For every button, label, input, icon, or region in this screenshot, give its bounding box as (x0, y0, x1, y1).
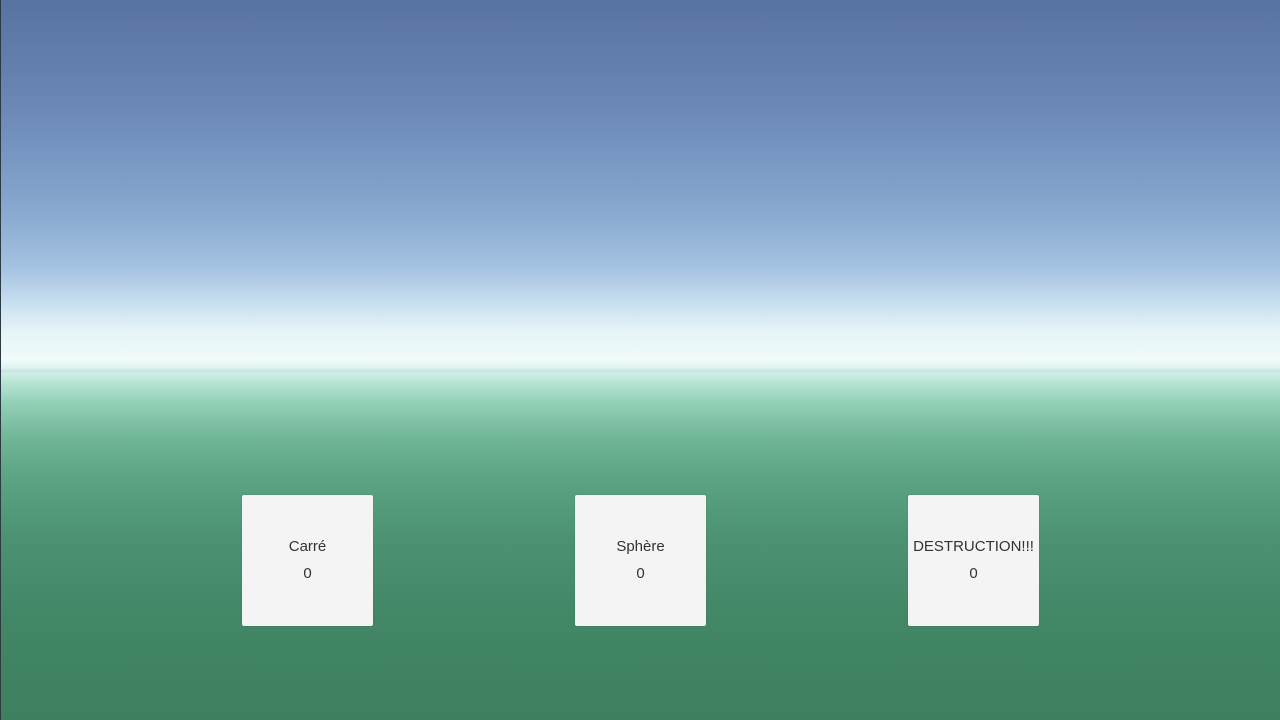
destruction-button[interactable]: DESTRUCTION!!! 0 (908, 495, 1039, 626)
carre-button-label: Carré (288, 538, 327, 555)
viewport-border (0, 0, 1, 720)
destruction-count: 0 (969, 565, 978, 582)
sphere-button-label: Sphère (616, 538, 665, 555)
horizon (0, 368, 1280, 374)
game-viewport: Carré 0 Sphère 0 DESTRUCTION!!! 0 (0, 0, 1280, 720)
sphere-button[interactable]: Sphère 0 (575, 495, 706, 626)
carre-button[interactable]: Carré 0 (242, 495, 373, 626)
destruction-button-label: DESTRUCTION!!! (913, 538, 1034, 555)
carre-count: 0 (303, 565, 312, 582)
sphere-count: 0 (636, 565, 645, 582)
